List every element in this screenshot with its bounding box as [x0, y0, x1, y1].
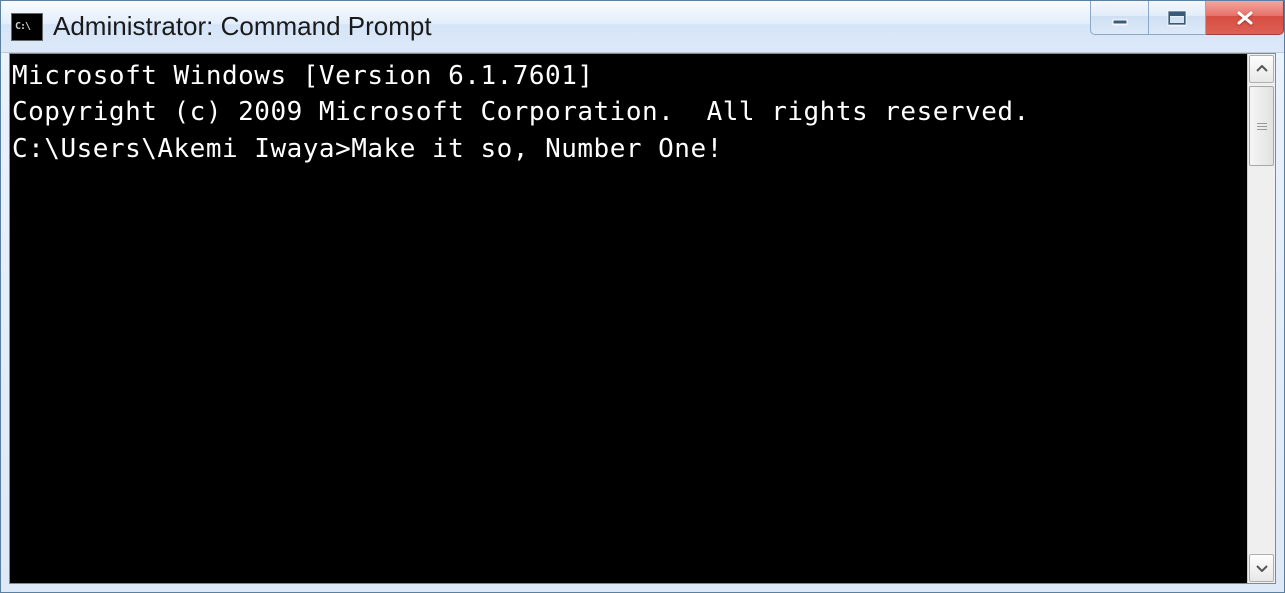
minimize-icon	[1111, 11, 1129, 25]
scroll-thumb[interactable]	[1249, 86, 1274, 166]
titlebar[interactable]: C:\ Administrator: Command Prompt	[1, 1, 1284, 53]
window-title: Administrator: Command Prompt	[53, 11, 1090, 42]
client-area: Microsoft Windows [Version 6.1.7601]Copy…	[9, 53, 1276, 584]
maximize-button[interactable]	[1148, 1, 1206, 35]
terminal-line: Microsoft Windows [Version 6.1.7601]	[12, 58, 1245, 94]
chevron-up-icon	[1256, 65, 1268, 73]
close-icon	[1235, 10, 1255, 26]
terminal-output[interactable]: Microsoft Windows [Version 6.1.7601]Copy…	[10, 54, 1247, 583]
vertical-scrollbar[interactable]	[1247, 54, 1275, 583]
thumb-grip-line	[1257, 126, 1267, 127]
scroll-up-button[interactable]	[1249, 55, 1274, 83]
thumb-grip-line	[1257, 129, 1267, 130]
cmd-icon-text: C:\	[15, 21, 30, 32]
minimize-button[interactable]	[1090, 1, 1148, 35]
scroll-track[interactable]	[1249, 84, 1274, 553]
terminal-command: Make it so, Number One!	[351, 134, 723, 164]
terminal-prompt: C:\Users\Akemi Iwaya>	[12, 134, 351, 164]
terminal-prompt-line: C:\Users\Akemi Iwaya>Make it so, Number …	[12, 131, 1245, 167]
window-controls	[1090, 1, 1284, 37]
scroll-down-button[interactable]	[1249, 554, 1274, 582]
thumb-grip-line	[1257, 123, 1267, 124]
chevron-down-icon	[1256, 564, 1268, 572]
command-prompt-window: C:\ Administrator: Command Prompt	[0, 0, 1285, 593]
close-button[interactable]	[1206, 1, 1284, 35]
maximize-icon	[1167, 10, 1187, 26]
terminal-line: Copyright (c) 2009 Microsoft Corporation…	[12, 94, 1245, 130]
cmd-icon: C:\	[11, 13, 43, 41]
